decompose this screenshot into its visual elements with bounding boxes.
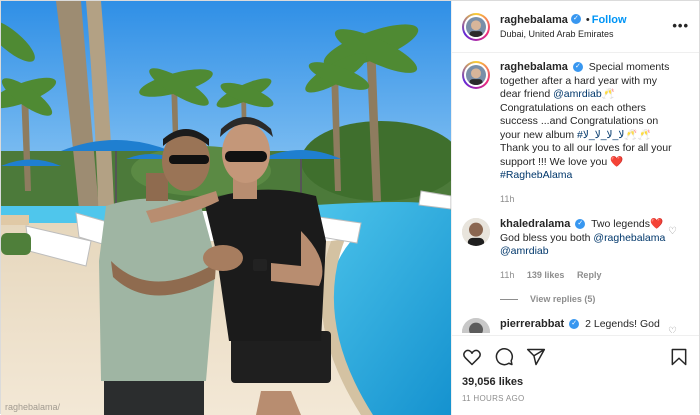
bookmark-icon[interactable] <box>669 347 689 367</box>
post-header: raghebalama ✓ • Follow Dubai, United Arab E… <box>452 1 699 53</box>
caption-meta: 11h <box>500 193 680 207</box>
share-icon[interactable] <box>526 347 546 367</box>
verified-badge-icon: ✓ <box>575 218 586 229</box>
comment-body: khaledralama ✓ Two legends❤️ God bless yo… <box>500 218 680 282</box>
comment-time[interactable]: 11h <box>500 270 514 280</box>
avatar[interactable] <box>462 318 490 333</box>
caption-hashtag[interactable]: #ﻻ_ﻻ_ﻻ_ﻻ <box>577 129 624 141</box>
post-details-panel: raghebalama ✓ • Follow Dubai, United Arab E… <box>451 1 699 415</box>
verified-badge-icon: ✓ <box>570 14 581 25</box>
comment-likes[interactable]: 139 likes <box>527 270 565 280</box>
author-username[interactable]: raghebalama <box>500 14 568 26</box>
post-caption: raghebalama ✓ Special moments together af… <box>462 61 689 206</box>
verified-badge-icon: ✓ <box>569 318 580 329</box>
comment-username[interactable]: pierrerabbat <box>500 318 564 330</box>
avatar[interactable] <box>462 12 490 41</box>
comment-meta: 11h 139 likes Reply <box>500 269 680 283</box>
more-options-icon[interactable]: ••• <box>672 18 689 33</box>
post-actions: 39,056 likes 11 HOURS AGO <box>452 335 699 403</box>
comments-list[interactable]: raghebalama ✓ Special moments together af… <box>452 61 699 333</box>
avatar-image <box>466 65 486 85</box>
comment-username[interactable]: khaledralama <box>500 218 570 230</box>
comment-body: pierrerabbat ✓ 2 Legends! God <box>500 318 680 333</box>
divider-line <box>500 298 518 300</box>
post-photo-image <box>1 1 451 415</box>
caption-time[interactable]: 11h <box>500 194 514 204</box>
reply-button[interactable]: Reply <box>577 270 602 280</box>
photo-credit: raghebalama/ <box>5 402 61 412</box>
comment-mention[interactable]: @amrdiab <box>500 245 549 257</box>
heart-icon[interactable] <box>462 347 482 367</box>
comment-mention[interactable]: @raghebalama <box>593 232 665 244</box>
verified-badge-icon: ✓ <box>572 61 583 72</box>
avatar[interactable] <box>462 218 490 246</box>
avatar[interactable] <box>462 61 490 89</box>
comment-like-heart-icon[interactable]: ♡ <box>668 226 677 237</box>
separator-dot: • <box>585 13 590 26</box>
post-photo[interactable]: raghebalama/ <box>1 1 451 415</box>
post-author: raghebalama ✓ • Follow Dubai, United Arab E… <box>500 13 627 41</box>
caption-username[interactable]: raghebalama <box>500 61 568 73</box>
post-timestamp[interactable]: 11 HOURS AGO <box>462 394 689 403</box>
comment: khaledralama ✓ Two legends❤️ God bless yo… <box>462 218 689 282</box>
caption-hashtag[interactable]: #RaghebAlama <box>500 169 572 181</box>
likes-count[interactable]: 39,056 likes <box>462 376 689 388</box>
post-location[interactable]: Dubai, United Arab Emirates <box>500 27 627 41</box>
comment-text: 2 Legends! God <box>585 318 660 330</box>
action-icons <box>462 346 689 368</box>
avatar-image <box>462 218 490 246</box>
avatar-image <box>462 318 490 333</box>
avatar-image <box>466 16 486 37</box>
instagram-post: raghebalama/ raghebalama ✓ • Follow Dubai, … <box>0 0 700 415</box>
view-replies-label: View replies (5) <box>530 294 596 304</box>
comment-icon[interactable] <box>494 347 514 367</box>
view-replies-button[interactable]: View replies (5) <box>500 294 689 304</box>
follow-button[interactable]: Follow <box>592 14 627 26</box>
caption-body: raghebalama ✓ Special moments together af… <box>500 61 680 206</box>
comment: pierrerabbat ✓ 2 Legends! God ♡ <box>462 318 689 333</box>
comment-like-heart-icon[interactable]: ♡ <box>668 326 677 333</box>
caption-mention[interactable]: @amrdiab <box>553 88 602 100</box>
